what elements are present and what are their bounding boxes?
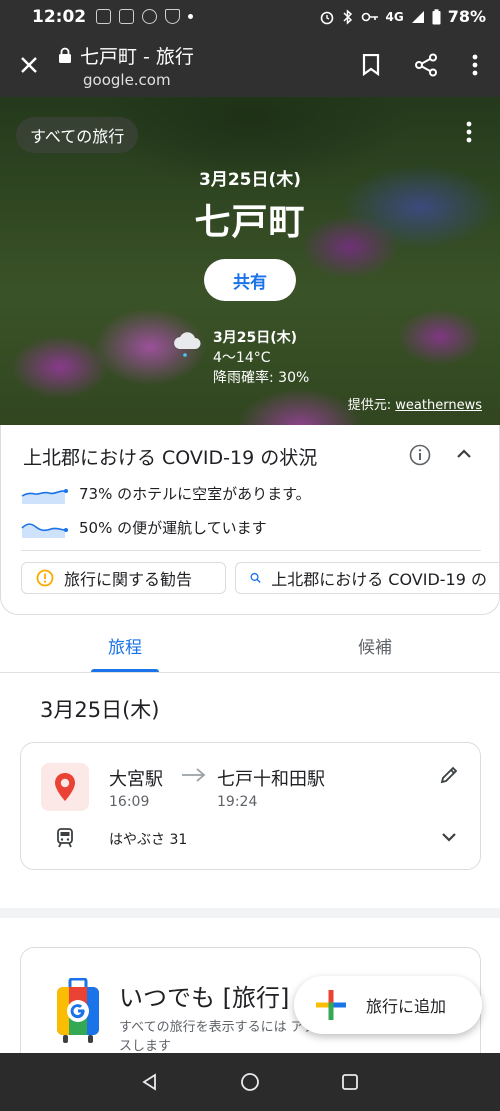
hotel-vacancy-stat: 73% のホテルに空室があります。 — [21, 483, 311, 504]
image-notification-icon — [96, 9, 112, 24]
key-icon — [361, 12, 378, 21]
battery-percent: 78% — [447, 7, 486, 26]
cloud-rain-icon — [174, 332, 201, 357]
page-title-area: 七戸町 - 旅行 google.com — [58, 42, 362, 89]
travel-advisory-label: 旅行に関する勧告 — [64, 570, 193, 589]
bookmark-icon[interactable] — [362, 54, 380, 76]
more-vert-icon[interactable] — [472, 54, 478, 76]
tab-itinerary[interactable]: 旅程 — [108, 633, 142, 658]
train-reservation-card[interactable]: 大宮駅 16:09 七戸十和田駅 19:24 はやぶさ 31 — [20, 742, 481, 870]
departure-time: 16:09 — [109, 794, 150, 810]
add-to-trip-label: 旅行に追加 — [366, 997, 447, 1016]
weather-summary: 3月25日(木) 4〜14°C 降雨確率: 30% — [213, 328, 309, 388]
status-bar: 12:02 4G 78% — [0, 0, 500, 33]
divider — [21, 550, 481, 551]
hero-more-vert-icon[interactable] — [466, 121, 472, 143]
train-name: はやぶさ 31 — [109, 832, 188, 848]
weather-rain: 降雨確率: 30% — [213, 370, 310, 386]
trend-sparkline-icon — [21, 488, 68, 504]
status-time: 12:02 — [32, 6, 87, 27]
home-icon[interactable] — [240, 1072, 260, 1092]
hotel-vacancy-text: 73% のホテルに空室があります。 — [79, 485, 311, 503]
bluetooth-icon — [342, 8, 352, 25]
settings-notification-icon — [142, 9, 158, 24]
weathernews-link[interactable]: weathernews — [395, 398, 482, 413]
google-travel-luggage-icon — [57, 978, 99, 1043]
edit-pencil-icon[interactable] — [439, 765, 459, 785]
chevron-down-icon[interactable] — [441, 832, 457, 842]
recents-icon[interactable] — [341, 1073, 359, 1091]
search-icon — [250, 572, 261, 584]
app-notification-icon — [119, 9, 135, 24]
close-button[interactable] — [0, 55, 58, 75]
trip-tabs: 旅程 候補 — [0, 615, 500, 673]
page-url: google.com — [83, 70, 171, 89]
arrival-station: 七戸十和田駅 — [217, 769, 325, 790]
system-nav-bar — [0, 1053, 500, 1111]
close-icon — [21, 57, 37, 73]
covid-search-chip[interactable]: 上北郡における COVID-19 の — [235, 562, 500, 594]
credit-prefix: 提供元: — [347, 398, 396, 413]
battery-icon — [432, 8, 441, 24]
trip-destination-title: 七戸町 — [194, 202, 306, 243]
browser-app-bar: 七戸町 - 旅行 google.com — [0, 33, 500, 97]
covid-search-label: 上北郡における COVID-19 の — [271, 570, 487, 589]
tab-candidates[interactable]: 候補 — [358, 633, 392, 658]
promo-title: いつでも [旅行] に — [119, 984, 321, 1012]
warning-info-icon — [36, 569, 54, 587]
active-tab-indicator — [91, 669, 159, 672]
section-divider — [0, 908, 500, 918]
chevron-up-icon[interactable] — [456, 449, 472, 459]
share-icon[interactable] — [414, 53, 438, 77]
covid-status-card: 上北郡における COVID-19 の状況 73% のホテルに空室があります。 5… — [0, 425, 500, 615]
flight-operation-text: 50% の便が運航しています — [79, 519, 267, 537]
day-header: 3月25日(木) — [40, 698, 160, 722]
travel-advisory-chip[interactable]: 旅行に関する勧告 — [21, 562, 226, 594]
all-trips-chip[interactable]: すべての旅行 — [16, 117, 139, 153]
trip-hero-image: すべての旅行 3月25日(木) 七戸町 共有 3月25日(木) 4〜14°C 降… — [0, 97, 500, 427]
shield-icon — [165, 9, 181, 24]
info-icon[interactable] — [409, 444, 431, 466]
weather-date: 3月25日(木) — [213, 330, 298, 346]
flight-operation-stat: 50% の便が運航しています — [21, 517, 267, 538]
network-type: 4G — [385, 9, 404, 24]
share-button[interactable]: 共有 — [204, 259, 296, 301]
covid-card-title: 上北郡における COVID-19 の状況 — [23, 447, 318, 469]
add-to-trip-button[interactable]: 旅行に追加 — [294, 976, 482, 1034]
lock-icon — [59, 47, 71, 63]
alarm-icon — [320, 11, 333, 24]
signal-icon — [411, 10, 424, 23]
more-notifications-icon — [188, 14, 194, 19]
back-icon[interactable] — [141, 1073, 159, 1091]
location-pin-tile — [41, 763, 89, 811]
departure-station: 大宮駅 — [109, 769, 163, 790]
weather-credit: 提供元: weathernews — [348, 394, 482, 413]
arrival-time: 19:24 — [217, 794, 258, 810]
arrow-right-icon — [182, 768, 206, 782]
trend-sparkline-icon — [21, 522, 68, 538]
trip-date: 3月25日(木) — [198, 170, 302, 190]
train-icon — [57, 828, 73, 848]
location-pin-icon — [55, 773, 75, 801]
page-title: 七戸町 - 旅行 — [80, 45, 194, 68]
add-plus-icon — [316, 990, 346, 1020]
weather-temp: 4〜14°C — [213, 350, 271, 366]
